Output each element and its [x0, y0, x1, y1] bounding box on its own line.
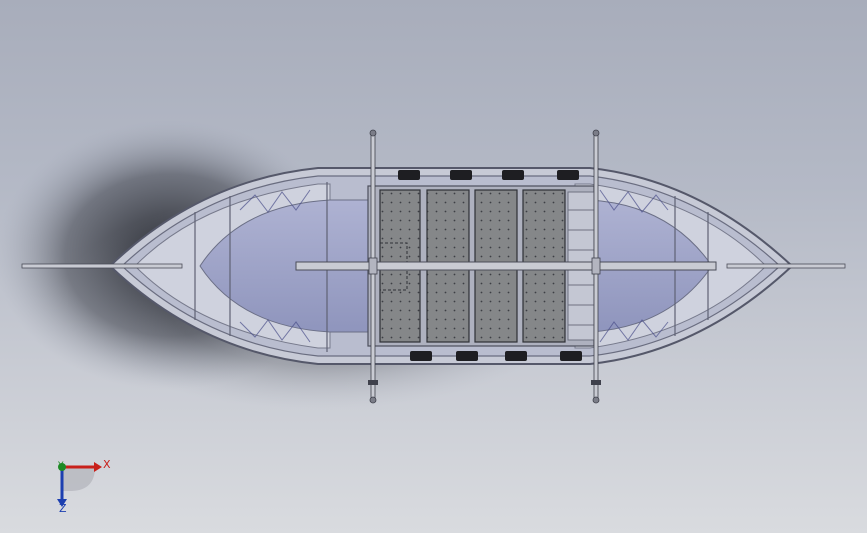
boat-model[interactable]	[0, 0, 867, 533]
x-axis-head	[94, 462, 102, 472]
y-axis-label: Y	[58, 461, 64, 471]
oar-right-bottom-cap	[592, 396, 600, 404]
oarlock-top-1[interactable]	[398, 170, 420, 180]
triad-backdrop	[62, 467, 95, 491]
z-axis-label: Z	[59, 502, 67, 515]
x-axis-label: X	[103, 458, 111, 471]
stern-pole[interactable]	[726, 263, 846, 269]
oarlock-bottom-1[interactable]	[410, 351, 432, 361]
oar-left-collar	[368, 257, 378, 275]
oarlock-top-4[interactable]	[557, 170, 579, 180]
oarlock-top-3[interactable]	[502, 170, 524, 180]
oar-left-top-cap	[369, 129, 377, 137]
graphics-viewport[interactable]: X Y Z	[0, 0, 867, 533]
oar-right-grip	[591, 380, 601, 385]
oarlock-top-2[interactable]	[450, 170, 472, 180]
oarlock-bottom-4[interactable]	[560, 351, 582, 361]
oar-right-collar	[591, 257, 601, 275]
oarlock-bottom-3[interactable]	[505, 351, 527, 361]
oarlock-bottom-2[interactable]	[456, 351, 478, 361]
oar-right-top-cap	[592, 129, 600, 137]
center-beam[interactable]	[295, 261, 717, 271]
bow-pole[interactable]	[21, 263, 183, 269]
oar-left-grip	[368, 380, 378, 385]
oar-left-bottom-cap	[369, 396, 377, 404]
